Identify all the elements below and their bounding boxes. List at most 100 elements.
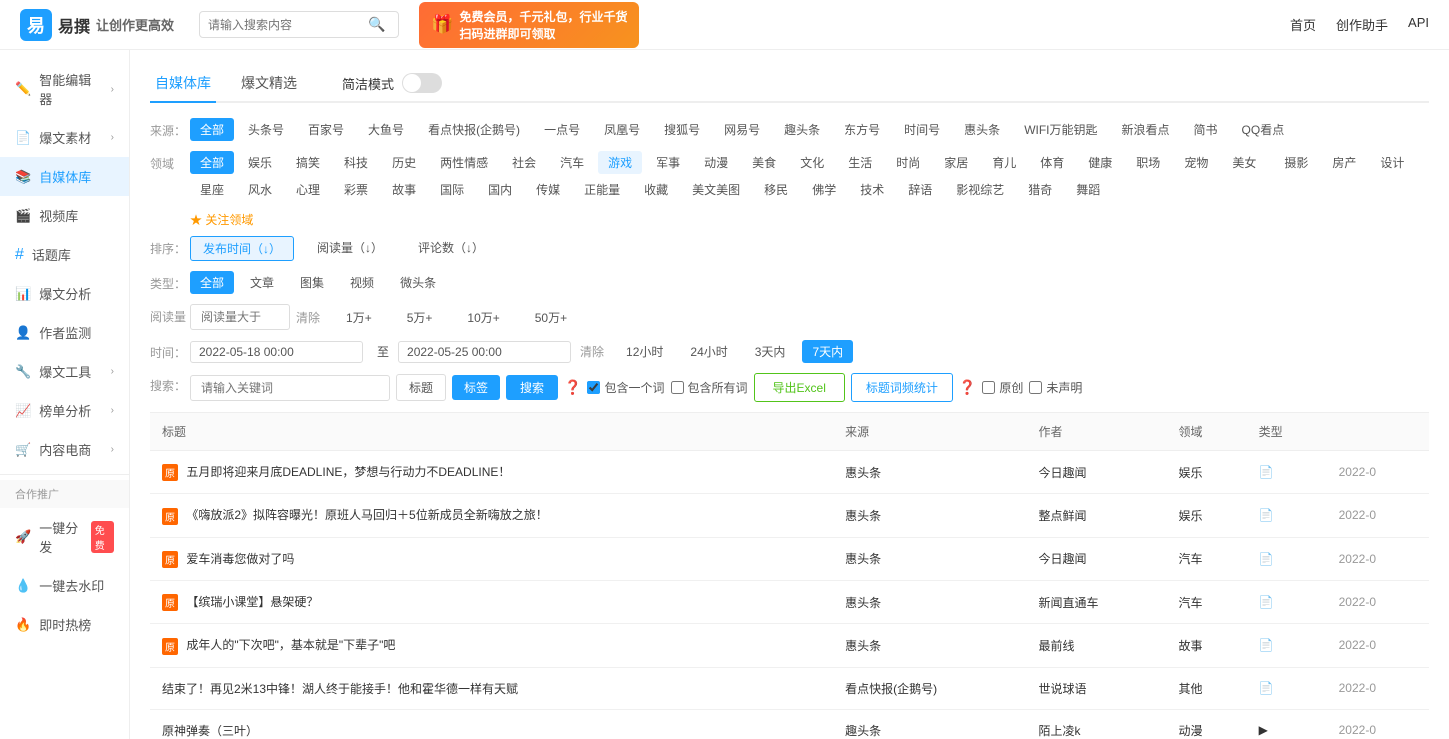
domain-media[interactable]: 传媒 — [526, 178, 570, 201]
time-24h[interactable]: 24小时 — [680, 340, 737, 363]
domain-history[interactable]: 历史 — [382, 151, 426, 174]
time-7d[interactable]: 7天内 — [802, 340, 853, 363]
source-dapeng[interactable]: 大鱼号 — [358, 118, 414, 141]
source-wangyi[interactable]: 网易号 — [714, 118, 770, 141]
promo-banner[interactable]: 🎁 免费会员，千元礼包，行业千货 扫码进群即可领取 — [419, 2, 639, 48]
sidebar-item-topics[interactable]: # 话题库 — [0, 235, 129, 274]
domain-life[interactable]: 生活 — [838, 151, 882, 174]
search-tag-btn[interactable]: 标签 — [452, 375, 500, 400]
domain-game[interactable]: 游戏 — [598, 151, 642, 174]
sort-comments[interactable]: 评论数（↓） — [406, 236, 496, 261]
sidebar-item-ecommerce[interactable]: 🛒 内容电商 › — [0, 430, 129, 469]
domain-sport[interactable]: 体育 — [1030, 151, 1074, 174]
type-video[interactable]: 视频 — [340, 271, 384, 294]
domain-culture[interactable]: 文化 — [790, 151, 834, 174]
sidebar-item-tools[interactable]: 🔧 爆文工具 › — [0, 352, 129, 391]
domain-art[interactable]: 美文美图 — [682, 178, 750, 201]
tab-media-lib[interactable]: 自媒体库 — [150, 65, 216, 103]
search-title-btn[interactable]: 标题 — [396, 374, 446, 401]
sidebar-item-editor[interactable]: ✏️ 智能编辑器 › — [0, 60, 129, 118]
source-fenghuang[interactable]: 凤凰号 — [594, 118, 650, 141]
domain-fashion[interactable]: 时尚 — [886, 151, 930, 174]
domain-pet[interactable]: 宠物 — [1174, 151, 1218, 174]
reads-input[interactable] — [190, 304, 290, 330]
article-title-link[interactable]: 【缤瑞小课堂】悬架硬？ — [186, 595, 318, 609]
search-btn[interactable]: 搜索 — [506, 375, 558, 400]
domain-lottery[interactable]: 彩票 — [334, 178, 378, 201]
sidebar-item-media-lib[interactable]: 📚 自媒体库 — [0, 157, 129, 196]
time-3d[interactable]: 3天内 — [745, 340, 796, 363]
include-all-words-checkbox[interactable] — [671, 381, 684, 394]
sort-reads[interactable]: 阅读量（↓） — [305, 236, 395, 261]
domain-home[interactable]: 家居 — [934, 151, 978, 174]
source-shijian[interactable]: 时间号 — [894, 118, 950, 141]
reads-clear[interactable]: 清除 — [296, 309, 320, 326]
domain-society[interactable]: 社会 — [502, 151, 546, 174]
domain-anime[interactable]: 动漫 — [694, 151, 738, 174]
source-yidian[interactable]: 一点号 — [534, 118, 590, 141]
domain-domestic[interactable]: 国内 — [478, 178, 522, 201]
sidebar-item-one-click[interactable]: 🚀 一键分发 免费 — [0, 508, 129, 566]
domain-all[interactable]: 全部 — [190, 151, 234, 174]
domain-collection[interactable]: 收藏 — [634, 178, 678, 201]
sidebar-item-video-lib[interactable]: 🎬 视频库 — [0, 196, 129, 235]
search-help-icon[interactable]: ❓ — [564, 379, 581, 396]
article-title-link[interactable]: 《嗨放派2》拟阵容曝光！原班人马回归＋5位新成员全新嗨放之旅！ — [186, 508, 547, 522]
domain-design[interactable]: 设计 — [1370, 151, 1414, 174]
domain-story[interactable]: 故事 — [382, 178, 426, 201]
article-title-link[interactable]: 爱车消毒您做对了吗 — [186, 552, 294, 566]
domain-childcare[interactable]: 育儿 — [982, 151, 1026, 174]
type-article[interactable]: 文章 — [240, 271, 284, 294]
source-qutoutiao[interactable]: 趣头条 — [774, 118, 830, 141]
sidebar-item-author-monitor[interactable]: 👤 作者监测 — [0, 313, 129, 352]
domain-health[interactable]: 健康 — [1078, 151, 1122, 174]
domain-tech2[interactable]: 技术 — [850, 178, 894, 201]
domain-immigration[interactable]: 移民 — [754, 178, 798, 201]
reads-5w[interactable]: 5万+ — [395, 306, 445, 329]
export-excel-btn[interactable]: 导出Excel — [754, 373, 845, 402]
time-clear[interactable]: 清除 — [580, 343, 604, 360]
source-chitoutiao[interactable]: 惠头条 — [954, 118, 1010, 141]
domain-car[interactable]: 汽车 — [550, 151, 594, 174]
reads-1w[interactable]: 1万+ — [334, 306, 384, 329]
sidebar-item-analysis[interactable]: 📊 爆文分析 — [0, 274, 129, 313]
source-toutiao[interactable]: 头条号 — [238, 118, 294, 141]
domain-variety[interactable]: 影视综艺 — [946, 178, 1014, 201]
tab-hot-articles[interactable]: 爆文精选 — [236, 65, 302, 103]
source-dongfang[interactable]: 东方号 — [834, 118, 890, 141]
source-jianshu[interactable]: 简书 — [1184, 118, 1228, 141]
domain-entertainment[interactable]: 娱乐 — [238, 151, 282, 174]
domain-funny[interactable]: 搞笑 — [286, 151, 330, 174]
follow-field-link[interactable]: 关注领域 — [190, 213, 253, 227]
type-micro[interactable]: 微头条 — [390, 271, 446, 294]
domain-positive[interactable]: 正能量 — [574, 178, 630, 201]
source-baidu[interactable]: 百家号 — [298, 118, 354, 141]
domain-beauty[interactable]: 美女 — [1222, 151, 1266, 174]
domain-feelings[interactable]: 两性情感 — [430, 151, 498, 174]
article-title-link[interactable]: 五月即将迎来月底DEADLINE，梦想与行动力不DEADLINE！ — [186, 465, 510, 479]
type-all[interactable]: 全部 — [190, 271, 234, 294]
keyword-input[interactable] — [190, 375, 390, 401]
time-12h[interactable]: 12小时 — [616, 340, 673, 363]
simple-mode-toggle[interactable] — [402, 73, 442, 93]
search-bar[interactable]: 🔍 — [199, 11, 399, 38]
article-title-link[interactable]: 原神弹奏（三叶） — [162, 724, 258, 738]
time-end-input[interactable] — [398, 341, 571, 363]
nav-home[interactable]: 首页 — [1290, 15, 1316, 34]
domain-military[interactable]: 军事 — [646, 151, 690, 174]
source-wifi[interactable]: WIFI万能钥匙 — [1014, 118, 1107, 141]
sidebar-item-hot-rank[interactable]: 🔥 即时热榜 — [0, 605, 129, 644]
domain-tech[interactable]: 科技 — [334, 151, 378, 174]
domain-buddhism[interactable]: 佛学 — [802, 178, 846, 201]
title-word-stat-btn[interactable]: 标题词频统计 — [851, 373, 953, 402]
source-souhu[interactable]: 搜狐号 — [654, 118, 710, 141]
domain-photo[interactable]: 摄影 — [1274, 151, 1318, 174]
reads-10w[interactable]: 10万+ — [455, 306, 511, 329]
include-one-word-checkbox[interactable] — [587, 381, 600, 394]
domain-dance[interactable]: 舞蹈 — [1066, 178, 1110, 201]
nav-creator[interactable]: 创作助手 — [1336, 15, 1388, 34]
source-all[interactable]: 全部 — [190, 118, 234, 141]
domain-star[interactable]: 星座 — [190, 178, 234, 201]
no-statement-checkbox[interactable] — [1029, 381, 1042, 394]
search-icon[interactable]: 🔍 — [368, 16, 385, 33]
